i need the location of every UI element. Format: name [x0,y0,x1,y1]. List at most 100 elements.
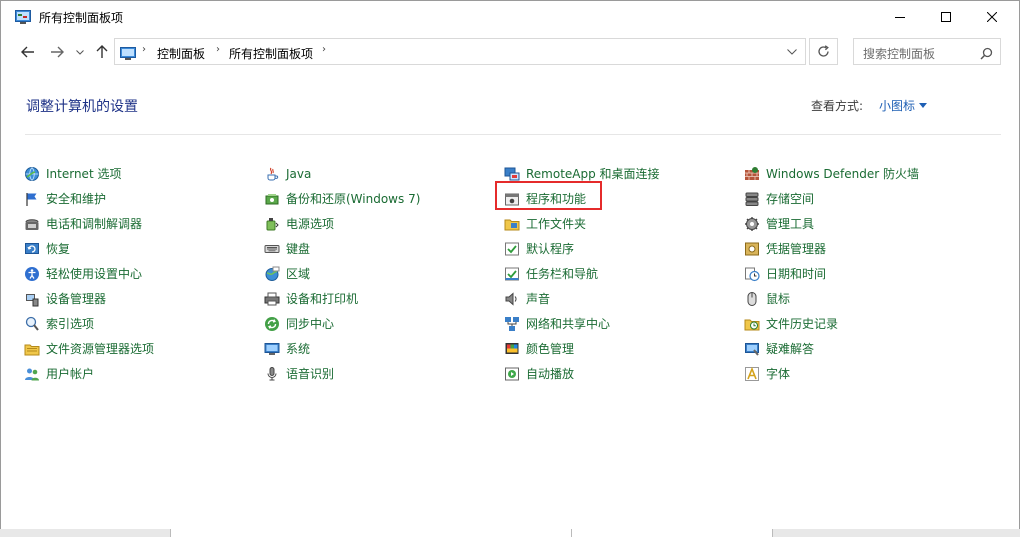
control-panel-item-label[interactable]: 自动播放 [526,365,574,382]
recent-locations-button[interactable] [74,42,86,62]
page-heading: 调整计算机的设置 [26,99,138,115]
search-input[interactable]: 搜索控制面板 [863,45,935,62]
control-panel-item-label[interactable]: 恢复 [46,240,70,257]
control-panel-item[interactable]: Java [264,161,504,186]
control-panel-item[interactable]: 系统 [264,336,504,361]
control-panel-item-label[interactable]: 鼠标 [766,290,790,307]
control-panel-item-label[interactable]: 设备管理器 [46,290,106,307]
control-panel-item[interactable]: 备份和还原(Windows 7) [264,186,504,211]
control-panel-item-label[interactable]: 电话和调制解调器 [46,215,142,232]
forward-button[interactable] [47,42,67,62]
breadcrumb-all-items[interactable]: 所有控制面板项 [229,45,313,62]
control-panel-item-label[interactable]: 日期和时间 [766,265,826,282]
control-panel-item[interactable]: 键盘 [264,236,504,261]
control-panel-item[interactable]: 区域 [264,261,504,286]
control-panel-item-label[interactable]: 疑难解答 [766,340,814,357]
minimize-button[interactable] [877,1,923,32]
control-panel-item-label[interactable]: 网络和共享中心 [526,315,610,332]
control-panel-item-label[interactable]: 文件历史记录 [766,315,838,332]
control-panel-item[interactable]: 网络和共享中心 [504,311,744,336]
control-panel-item[interactable]: 存储空间 [744,186,984,211]
control-panel-item-label[interactable]: 凭据管理器 [766,240,826,257]
control-panel-item[interactable]: Internet 选项 [24,161,264,186]
control-panel-item[interactable]: 用户帐户 [24,361,264,386]
minimize-icon [895,16,905,18]
address-dropdown-button[interactable] [779,39,805,64]
control-panel-item-label[interactable]: 用户帐户 [46,365,94,382]
control-panel-item-label[interactable]: 轻松使用设置中心 [46,265,142,282]
control-panel-item-label[interactable]: 设备和打印机 [286,290,358,307]
control-panel-item[interactable]: 设备和打印机 [264,286,504,311]
control-panel-item-label[interactable]: Windows Defender 防火墙 [766,165,919,182]
control-panel-item[interactable]: 默认程序 [504,236,744,261]
control-panel-item-label[interactable]: Internet 选项 [46,165,121,182]
speaker-icon [504,291,520,307]
search-box[interactable]: 搜索控制面板 [853,38,1001,65]
control-panel-item-label[interactable]: RemoteApp 和桌面连接 [526,165,660,182]
control-panel-item-label[interactable]: 默认程序 [526,240,574,257]
control-panel-item[interactable]: 凭据管理器 [744,236,984,261]
breadcrumb-separator-icon: › [322,44,326,55]
control-panel-item-label[interactable]: 管理工具 [766,215,814,232]
maximize-button[interactable] [923,1,969,32]
control-panel-item-label[interactable]: 电源选项 [286,215,334,232]
control-panel-item[interactable]: 任务栏和导航 [504,261,744,286]
control-panel-item[interactable]: 文件资源管理器选项 [24,336,264,361]
up-button[interactable] [92,42,112,62]
control-panel-item[interactable]: 电话和调制解调器 [24,211,264,236]
control-panel-item[interactable]: 管理工具 [744,211,984,236]
file-history-icon [744,316,760,332]
breadcrumb-control-panel[interactable]: 控制面板 [157,45,205,62]
control-panel-item[interactable]: 设备管理器 [24,286,264,311]
control-panel-item[interactable]: 自动播放 [504,361,744,386]
control-panel-item-label[interactable]: 语音识别 [286,365,334,382]
control-panel-item[interactable]: 颜色管理 [504,336,744,361]
control-panel-item[interactable]: 鼠标 [744,286,984,311]
control-panel-item[interactable]: 疑难解答 [744,336,984,361]
back-button[interactable] [18,42,38,62]
control-panel-item-label[interactable]: 安全和维护 [46,190,106,207]
control-panel-item-label[interactable]: 声音 [526,290,550,307]
font-icon [744,366,760,382]
recovery-icon [24,241,40,257]
control-panel-item-label[interactable]: 索引选项 [46,315,94,332]
breadcrumb-separator-icon: › [142,44,146,55]
control-panel-item[interactable]: Windows Defender 防火墙 [744,161,984,186]
mouse-icon [744,291,760,307]
control-panel-item-label[interactable]: 区域 [286,265,310,282]
control-panel-item[interactable]: 安全和维护 [24,186,264,211]
flag-icon [24,191,40,207]
control-panel-item-label[interactable]: 系统 [286,340,310,357]
items-column-1: Internet 选项 安全和维护电话和调制解调器 恢复轻松使用设置中心 设备管理器索… [24,161,264,386]
control-panel-item[interactable]: 轻松使用设置中心 [24,261,264,286]
backup-icon [264,191,280,207]
control-panel-item-label[interactable]: 任务栏和导航 [526,265,598,282]
control-panel-item-label[interactable]: 同步中心 [286,315,334,332]
control-panel-item-label[interactable]: 备份和还原(Windows 7) [286,190,420,207]
view-by-dropdown[interactable]: 小图标 [879,97,928,114]
control-panel-item[interactable]: 日期和时间 [744,261,984,286]
taskbar-icon [504,266,520,282]
control-panel-item-label[interactable]: 文件资源管理器选项 [46,340,154,357]
control-panel-item[interactable]: 同步中心 [264,311,504,336]
control-panel-item[interactable]: 声音 [504,286,744,311]
refresh-icon [818,45,829,57]
close-button[interactable] [969,1,1015,32]
control-panel-item[interactable]: 索引选项 [24,311,264,336]
control-panel-item[interactable]: 语音识别 [264,361,504,386]
control-panel-item-label[interactable]: Java [286,167,311,181]
control-panel-item-label[interactable]: 工作文件夹 [526,215,586,232]
control-panel-item[interactable]: 恢复 [24,236,264,261]
control-panel-item-label[interactable]: 字体 [766,365,790,382]
control-panel-item-label[interactable]: 键盘 [286,240,310,257]
control-panel-item[interactable]: 工作文件夹 [504,211,744,236]
control-panel-item[interactable]: 字体 [744,361,984,386]
control-panel-item[interactable]: 文件历史记录 [744,311,984,336]
control-panel-item[interactable]: 电源选项 [264,211,504,236]
control-panel-item-label[interactable]: 颜色管理 [526,340,574,357]
refresh-button[interactable] [809,38,838,65]
taskbar-window-preview [170,529,572,537]
address-bar[interactable]: › 控制面板 › 所有控制面板项 › [114,38,806,65]
control-panel-item-label[interactable]: 存储空间 [766,190,814,207]
search-icon[interactable] [980,45,993,64]
